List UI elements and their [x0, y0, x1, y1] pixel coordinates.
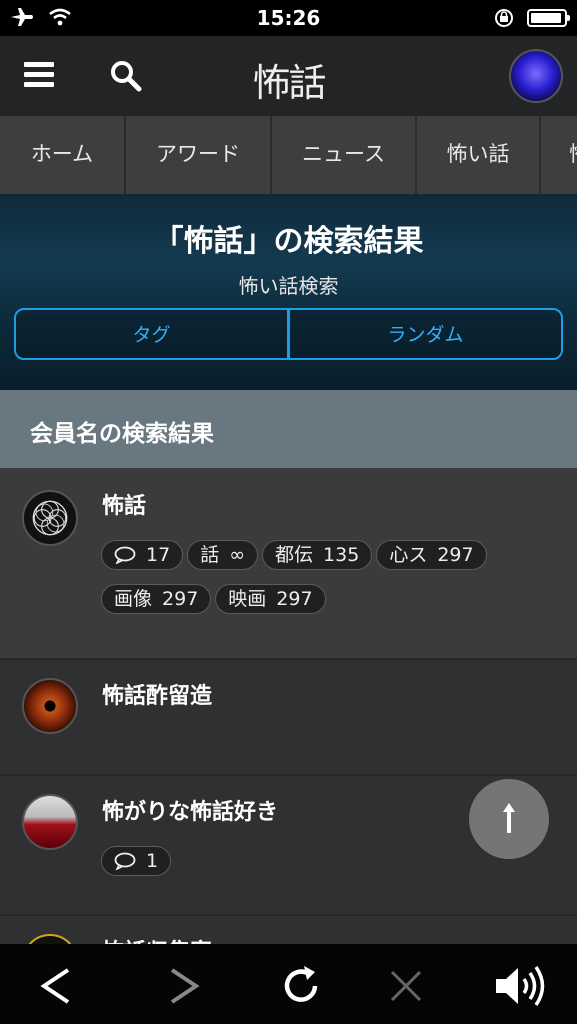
- speaker-icon[interactable]: [494, 962, 550, 1010]
- back-icon[interactable]: [32, 962, 80, 1010]
- urban-legend-badge: 都伝 135: [262, 540, 373, 570]
- rotation-lock-icon: [495, 9, 513, 27]
- member-avatar[interactable]: [22, 490, 78, 546]
- browser-toolbar: [0, 944, 577, 1024]
- status-bar: 15:26: [0, 0, 577, 36]
- tab-home[interactable]: ホーム: [0, 116, 126, 194]
- tab-award[interactable]: アワード: [126, 116, 272, 194]
- comment-count-badge: 1: [101, 846, 172, 876]
- member-item[interactable]: 怖話酢留造: [0, 660, 577, 776]
- forward-icon[interactable]: [160, 962, 208, 1010]
- random-button[interactable]: ランダム: [288, 308, 563, 360]
- member-avatar[interactable]: [22, 678, 78, 734]
- status-time: 15:26: [256, 6, 321, 30]
- page-title: 「怖話」の検索結果: [153, 224, 424, 259]
- section-header: 会員名の検索結果: [0, 390, 577, 468]
- story-count-badge: 話 ∞: [187, 540, 259, 570]
- battery-icon: [527, 9, 570, 27]
- tab-more[interactable]: 怖: [541, 116, 577, 194]
- speech-bubble-icon: [114, 852, 136, 871]
- speech-bubble-icon: [114, 546, 136, 565]
- image-badge: 画像 297: [101, 584, 212, 614]
- tab-news[interactable]: ニュース: [272, 116, 417, 194]
- user-avatar[interactable]: [509, 49, 563, 103]
- tab-scary-stories[interactable]: 怖い話: [417, 116, 541, 194]
- tag-button[interactable]: タグ: [14, 308, 289, 360]
- member-avatar[interactable]: [22, 794, 78, 850]
- movie-badge: 映画 297: [215, 584, 326, 614]
- arrow-up-icon: [503, 803, 515, 833]
- stop-icon[interactable]: [382, 962, 430, 1010]
- reload-icon[interactable]: [277, 962, 325, 1010]
- app-header: 怖話: [0, 36, 577, 116]
- page-subtitle: 怖い話検索: [238, 274, 339, 298]
- search-hero: 「怖話」の検索結果 怖い話検索 タグ ランダム: [0, 194, 577, 390]
- comment-count-badge: 17: [101, 540, 184, 570]
- member-stats: 17 話 ∞ 都伝 135 心ス 297 画像 297 映画 297: [101, 540, 541, 628]
- member-name[interactable]: 怖話: [102, 488, 146, 520]
- spot-badge: 心ス 297: [376, 540, 487, 570]
- member-item[interactable]: 怖話 17 話 ∞ 都伝 135 心ス 297 画像 297 映画 297: [0, 468, 577, 660]
- section-title: 会員名の検索結果: [30, 421, 214, 447]
- nav-tabs: ホーム アワード ニュース 怖い話 怖: [0, 116, 577, 194]
- member-name[interactable]: 怖話酢留造: [102, 678, 212, 710]
- scroll-to-top-button[interactable]: [469, 779, 549, 859]
- member-name[interactable]: 怖がりな怖話好き: [102, 794, 278, 826]
- site-logo[interactable]: 怖話: [0, 52, 577, 107]
